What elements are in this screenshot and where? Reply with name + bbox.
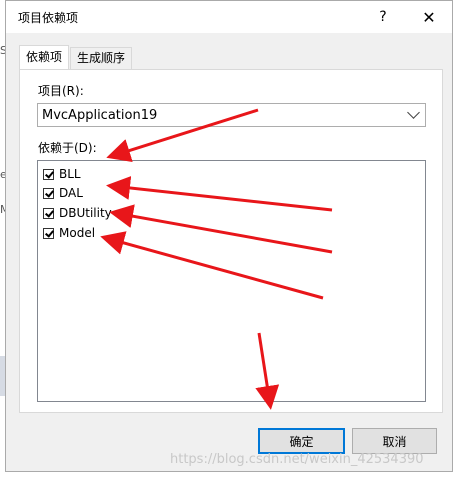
- close-icon[interactable]: ✕: [406, 1, 452, 33]
- list-item-bll[interactable]: BLL: [43, 164, 81, 184]
- list-item-label: Model: [59, 226, 96, 240]
- list-item-label: DBUtility: [59, 206, 112, 220]
- tab-dependencies[interactable]: 依赖项: [19, 45, 70, 69]
- list-item-label: DAL: [59, 186, 83, 200]
- project-dependencies-dialog: 项目依赖项 ? ✕ 依赖项 生成顺序 项目(R): MvcApplication…: [5, 0, 453, 472]
- checkbox-dal[interactable]: [43, 187, 54, 199]
- tab-strip: 依赖项 生成顺序: [19, 45, 133, 69]
- watermark: https://blog.csdn.net/weixin_42534390: [170, 452, 424, 467]
- project-select[interactable]: MvcApplication19: [37, 103, 426, 127]
- dialog-title: 项目依赖项: [18, 11, 79, 25]
- dependencies-panel: 项目(R): MvcApplication19 依赖于(D): BLL DAL …: [19, 69, 443, 413]
- title-bar: 项目依赖项 ? ✕: [6, 1, 452, 33]
- project-select-value: MvcApplication19: [42, 108, 158, 123]
- list-item-label: BLL: [59, 167, 81, 181]
- list-item-dbutility[interactable]: DBUtility: [43, 203, 112, 223]
- depends-on-label: 依赖于(D):: [38, 141, 97, 155]
- tab-build-order[interactable]: 生成顺序: [70, 47, 133, 69]
- help-button[interactable]: ?: [360, 1, 406, 33]
- list-item-model[interactable]: Model: [43, 223, 95, 243]
- chevron-down-icon: [407, 106, 420, 119]
- depends-on-list[interactable]: BLL DAL DBUtility Model: [37, 160, 426, 402]
- cancel-button[interactable]: 取消: [352, 428, 437, 454]
- checkbox-bll[interactable]: [43, 168, 54, 180]
- project-label: 项目(R):: [38, 84, 84, 98]
- ok-button[interactable]: 确定: [258, 428, 345, 454]
- checkbox-dbutility[interactable]: [43, 207, 54, 219]
- list-item-dal[interactable]: DAL: [43, 183, 83, 203]
- checkbox-model[interactable]: [43, 227, 54, 239]
